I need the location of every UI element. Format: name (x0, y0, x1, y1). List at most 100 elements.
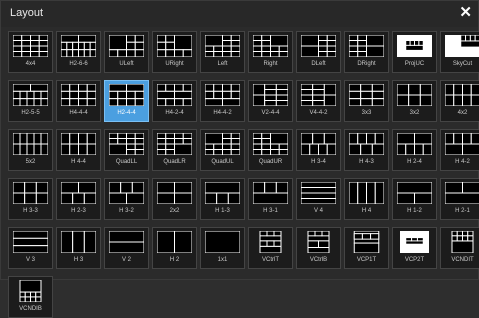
layout-option-label: V 4 (297, 208, 340, 214)
layout-option-quadll[interactable]: QuadLL (104, 129, 149, 171)
layout-option-vcndit[interactable]: VCNDIT (440, 227, 479, 269)
layout-option-h3-1[interactable]: H 3-1 (248, 178, 293, 220)
layout-option-label: V2-4-4 (249, 110, 292, 116)
layout-preview-icon (445, 182, 479, 204)
layout-option-h4-2[interactable]: H 4-2 (440, 129, 479, 171)
layout-option-2x2[interactable]: 2x2 (152, 178, 197, 220)
layout-option-vcp1t[interactable]: VCP1T (344, 227, 389, 269)
layout-option-h4-3[interactable]: H 4-3 (344, 129, 389, 171)
layout-option-label: H 3 (57, 257, 100, 263)
layout-option-h2-3[interactable]: H 2-3 (56, 178, 101, 220)
window-title: Layout (10, 7, 43, 19)
layout-option-label: H 2-1 (441, 208, 479, 214)
layout-option-label: H 2-3 (57, 208, 100, 214)
layout-option-dleft[interactable]: DLeft (296, 31, 341, 73)
layout-option-h4-4-4[interactable]: H4-4-4 (56, 80, 101, 122)
layout-option-label: H 4-4 (57, 159, 100, 165)
layout-option-vctrlt[interactable]: VCtrlT (248, 227, 293, 269)
layout-option-v3[interactable]: V 3 (8, 227, 53, 269)
layout-option-h1-2[interactable]: H 1-2 (392, 178, 437, 220)
layout-option-h3-2[interactable]: H 3-2 (104, 178, 149, 220)
layout-option-uleft[interactable]: ULeft (104, 31, 149, 73)
layout-option-h2[interactable]: H 2 (152, 227, 197, 269)
layout-option-label: V 2 (105, 257, 148, 263)
layout-option-h4[interactable]: H 4 (344, 178, 389, 220)
layout-option-label: Right (249, 61, 292, 67)
layout-preview-icon (349, 231, 384, 253)
layout-preview-icon (61, 133, 96, 155)
layout-preview-icon (445, 231, 479, 253)
layout-option-quadlr[interactable]: QuadLR (152, 129, 197, 171)
layout-option-4x4[interactable]: 4x4 (8, 31, 53, 73)
layout-option-5x2[interactable]: 5x2 (8, 129, 53, 171)
layout-preview-icon (445, 35, 479, 57)
layout-option-projuc[interactable]: ProjUC (392, 31, 437, 73)
layout-option-4x2[interactable]: 4x2 (440, 80, 479, 122)
layout-option-uright[interactable]: URight (152, 31, 197, 73)
layout-preview-icon (253, 84, 288, 106)
layout-preview-icon (61, 35, 96, 57)
title-bar: Layout ✕ (1, 1, 478, 27)
layout-option-v4-4-2[interactable]: V4-4-2 (296, 80, 341, 122)
layout-preview-icon (349, 133, 384, 155)
layout-option-label: H4-4-4 (57, 110, 100, 116)
layout-option-v4[interactable]: V 4 (296, 178, 341, 220)
layout-option-label: VCNDIB (9, 306, 52, 312)
layout-option-h4-2-4[interactable]: H4-2-4 (152, 80, 197, 122)
layout-preview-icon (253, 231, 288, 253)
layout-option-v2[interactable]: V 2 (104, 227, 149, 269)
layout-option-skycut[interactable]: SkyCut (440, 31, 479, 73)
layout-option-label: SkyCut (441, 61, 479, 67)
layout-option-label: VCNDIT (441, 257, 479, 263)
layout-option-label: H2-5-5 (9, 110, 52, 116)
layout-option-h2-4[interactable]: H 2-4 (392, 129, 437, 171)
layout-option-label: ULeft (105, 61, 148, 67)
layout-option-h1-3[interactable]: H 1-3 (200, 178, 245, 220)
layout-option-label: 3x3 (345, 110, 388, 116)
layout-option-3x3[interactable]: 3x3 (344, 80, 389, 122)
layout-preview-icon (253, 182, 288, 204)
layout-option-vctrlb[interactable]: VCtrlB (296, 227, 341, 269)
layout-preview-icon (397, 133, 432, 155)
layout-option-dright[interactable]: DRight (344, 31, 389, 73)
layout-option-h3[interactable]: H 3 (56, 227, 101, 269)
layout-preview-icon (397, 84, 432, 106)
layout-option-quadul[interactable]: QuadUL (200, 129, 245, 171)
layout-option-label: V 3 (9, 257, 52, 263)
layout-option-label: QuadLL (105, 159, 148, 165)
layout-window: Layout ✕ 4x4H2-6-6 ULeft URightLeft Right DL… (0, 0, 479, 280)
layout-option-1x1[interactable]: 1x1 (200, 227, 245, 269)
layout-option-vcndib[interactable]: VCNDIB (8, 276, 53, 318)
layout-option-label: DRight (345, 61, 388, 67)
layout-option-label: ProjUC (393, 61, 436, 67)
layout-preview-icon (301, 182, 336, 204)
layout-option-label: H2-4-4 (105, 110, 148, 116)
layout-option-h4-4[interactable]: H 4-4 (56, 129, 101, 171)
layout-option-h2-1[interactable]: H 2-1 (440, 178, 479, 220)
close-icon[interactable]: ✕ (459, 4, 472, 22)
layout-option-h2-5-5[interactable]: H2-5-5 (8, 80, 53, 122)
layout-option-h4-4-2[interactable]: H4-4-2 (200, 80, 245, 122)
layout-preview-icon (13, 231, 48, 253)
layout-preview-icon (349, 84, 384, 106)
layout-option-h2-4-4[interactable]: H2-4-4 (104, 80, 149, 122)
layout-option-vcp2t[interactable]: VCP2T (392, 227, 437, 269)
layout-preview-icon (13, 133, 48, 155)
layout-option-quadur[interactable]: QuadUR (248, 129, 293, 171)
layout-option-h2-6-6[interactable]: H2-6-6 (56, 31, 101, 73)
layout-option-left[interactable]: Left (200, 31, 245, 73)
layout-option-label: H 2-4 (393, 159, 436, 165)
layout-option-label: H 4 (345, 208, 388, 214)
layout-preview-icon (13, 182, 48, 204)
layout-option-label: H 2 (153, 257, 196, 263)
layout-option-label: H 3-1 (249, 208, 292, 214)
layout-option-h3-4[interactable]: H 3-4 (296, 129, 341, 171)
layout-preview-icon (157, 231, 192, 253)
layout-preview-icon (301, 35, 336, 57)
layout-option-3x2[interactable]: 3x2 (392, 80, 437, 122)
layout-preview-icon (61, 182, 96, 204)
layout-option-v2-4-4[interactable]: V2-4-4 (248, 80, 293, 122)
layout-preview-icon (253, 35, 288, 57)
layout-option-h3-3[interactable]: H 3-3 (8, 178, 53, 220)
layout-option-right[interactable]: Right (248, 31, 293, 73)
